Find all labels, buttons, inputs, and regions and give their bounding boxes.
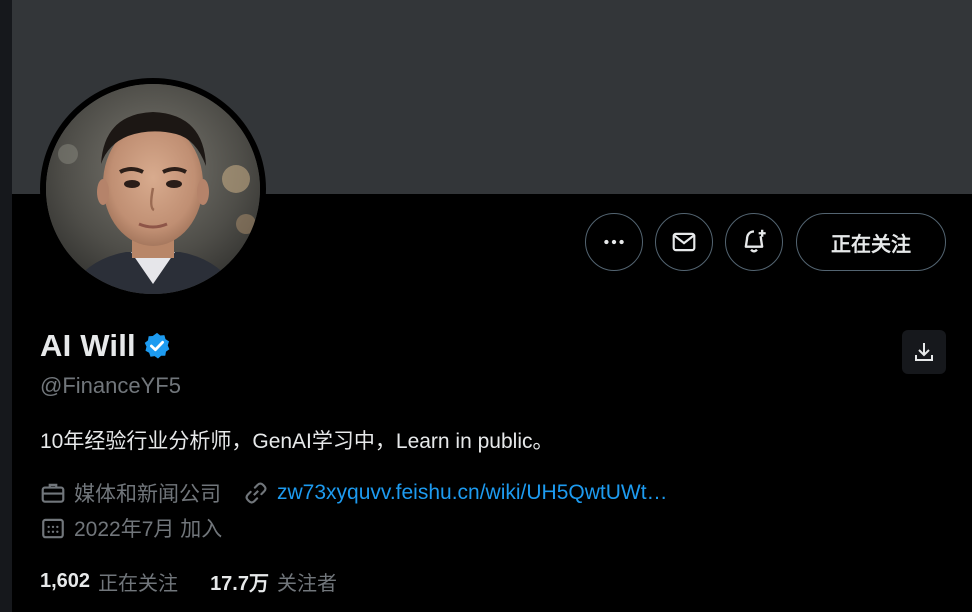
profile-category: 媒体和新闻公司 — [74, 483, 221, 506]
notifications-button[interactable] — [725, 213, 783, 271]
mail-icon — [672, 232, 696, 252]
following-count: 1,602 — [40, 570, 91, 592]
download-icon — [915, 343, 933, 361]
briefcase-icon — [40, 480, 66, 506]
left-edge-strip — [0, 0, 12, 612]
more-options-button[interactable] — [585, 213, 643, 271]
profile-joined-date: 2022年7月 加入 — [74, 518, 223, 541]
following-label: 正在关注 — [98, 573, 179, 595]
profile-website-link[interactable]: zw73xyquvv.feishu.cn/wiki/UH5QwtUWt… — [277, 481, 668, 505]
profile-meta-row: 媒体和新闻公司 zw73xyquvv.feishu.cn/wiki/UH5Qwt… — [40, 478, 668, 508]
followers-stat-link[interactable]: 17.7万 关注者 — [210, 567, 337, 596]
profile-name: AI Will — [40, 328, 136, 363]
calendar-icon — [40, 515, 66, 541]
profile-handle: @FinanceYF5 — [40, 373, 181, 398]
profile-joined-row: 2022年7月 加入 — [40, 513, 222, 543]
following-button[interactable]: 正在关注 — [796, 213, 946, 271]
message-button[interactable] — [655, 213, 713, 271]
avatar-portrait — [46, 84, 260, 294]
followers-count: 17.7万 — [210, 573, 269, 595]
following-stat-link[interactable]: 1,602 正在关注 — [40, 567, 178, 596]
link-icon — [243, 480, 269, 506]
followers-label: 关注者 — [277, 573, 337, 595]
profile-stats: 1,602 正在关注 17.7万 关注者 — [40, 567, 337, 596]
bell-plus-icon — [744, 229, 766, 253]
profile-avatar[interactable] — [40, 78, 266, 300]
download-button[interactable] — [902, 330, 946, 374]
profile-bio: 10年经验行业分析师，GenAI学习中，Learn in public。 — [40, 430, 554, 453]
verified-badge-icon[interactable] — [142, 331, 172, 361]
profile-name-row: AI Will — [40, 328, 172, 364]
more-dots-icon — [604, 239, 624, 245]
